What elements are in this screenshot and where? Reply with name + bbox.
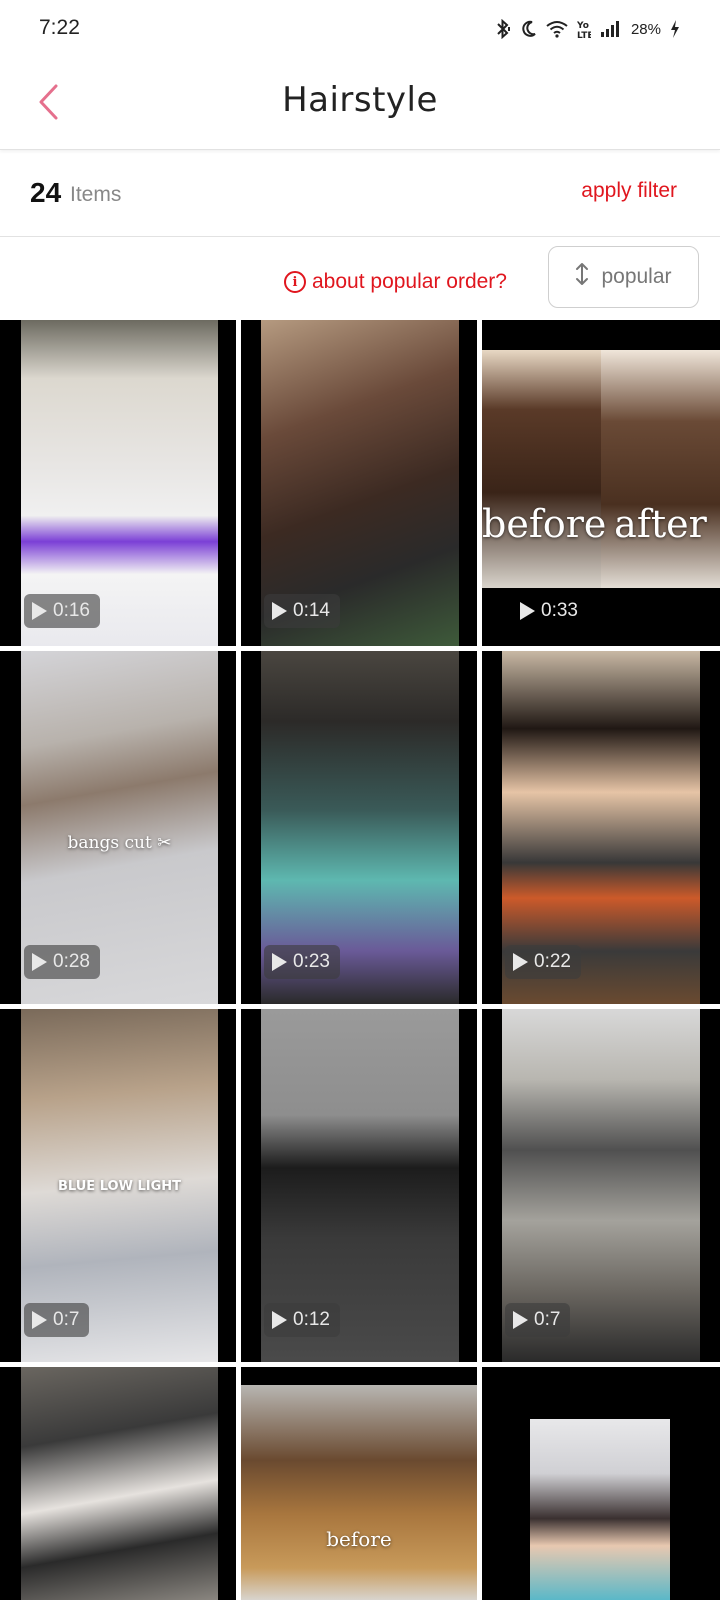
video-tile[interactable] — [482, 1367, 720, 1600]
video-overlay-before: before — [482, 502, 607, 546]
video-duration: 0:28 — [24, 945, 100, 979]
video-tile[interactable]: 0:7 — [482, 1009, 720, 1362]
video-tile[interactable]: before — [241, 1367, 477, 1600]
video-duration: 0:23 — [264, 945, 340, 979]
video-duration: 0:33 — [512, 594, 588, 628]
about-popular-order-label: about popular order? — [312, 270, 507, 293]
wifi-icon — [546, 18, 568, 40]
video-duration: 0:22 — [505, 945, 581, 979]
video-overlay-text: before — [326, 1527, 392, 1551]
video-thumbnail — [241, 1385, 477, 1600]
video-duration: 0:7 — [24, 1303, 90, 1337]
moon-icon — [521, 18, 537, 40]
play-icon — [520, 602, 535, 620]
video-tile[interactable]: before after 0:33 — [482, 320, 720, 646]
video-thumbnail — [21, 1367, 218, 1600]
video-thumbnail-before — [482, 350, 601, 588]
signal-icon — [600, 18, 622, 40]
results-bar: 24 Items apply filter — [0, 151, 720, 237]
video-overlay-text: bangs cut ✂ — [67, 833, 172, 853]
video-tile[interactable]: 0:16 — [0, 320, 236, 646]
apply-filter-link[interactable]: apply filter — [581, 179, 677, 203]
sort-bar: i about popular order? popular — [0, 238, 720, 314]
status-icons: Yo LTE 28% — [494, 18, 680, 40]
sort-button[interactable]: popular — [548, 246, 699, 308]
video-overlay-after: after — [614, 502, 707, 546]
play-icon — [32, 1311, 47, 1329]
result-count: 24 — [30, 177, 62, 208]
play-icon — [513, 953, 528, 971]
svg-text:Yo: Yo — [577, 21, 589, 31]
video-tile[interactable]: BLUE LOW LIGHT 0:7 — [0, 1009, 236, 1362]
play-icon — [32, 602, 47, 620]
video-duration: 0:16 — [24, 594, 100, 628]
video-tile[interactable]: 0:12 — [241, 1009, 477, 1362]
play-icon — [513, 1311, 528, 1329]
video-tile[interactable]: 0:23 — [241, 651, 477, 1004]
svg-text:LTE: LTE — [577, 31, 591, 39]
about-popular-order-link[interactable]: i about popular order? — [284, 270, 507, 294]
status-time: 7:22 — [39, 16, 80, 39]
battery-charging-icon — [670, 18, 680, 40]
sort-arrows-icon — [575, 262, 589, 292]
video-thumbnail — [530, 1419, 670, 1600]
app-header: Hairstyle — [0, 60, 720, 150]
video-tile[interactable]: bangs cut ✂ 0:28 — [0, 651, 236, 1004]
video-duration: 0:12 — [264, 1303, 340, 1337]
sort-label: popular — [601, 265, 672, 288]
play-icon — [32, 953, 47, 971]
play-icon — [272, 953, 287, 971]
play-icon — [272, 1311, 287, 1329]
info-icon: i — [284, 271, 306, 293]
video-duration: 0:7 — [505, 1303, 571, 1337]
bluetooth-icon — [494, 18, 512, 40]
video-overlay-text: BLUE LOW LIGHT — [58, 1179, 181, 1194]
video-tile[interactable]: 0:22 — [482, 651, 720, 1004]
page-title: Hairstyle — [282, 80, 438, 120]
volte-icon: Yo LTE — [577, 18, 591, 40]
result-count-label: Items — [70, 183, 122, 206]
battery-text: 28% — [630, 20, 661, 38]
status-bar: 7:22 Yo LTE 28% — [0, 0, 720, 60]
video-duration: 0:14 — [264, 594, 340, 628]
video-thumbnail-after — [601, 350, 720, 588]
video-tile[interactable] — [0, 1367, 236, 1600]
play-icon — [272, 602, 287, 620]
video-tile[interactable]: 0:14 — [241, 320, 477, 646]
